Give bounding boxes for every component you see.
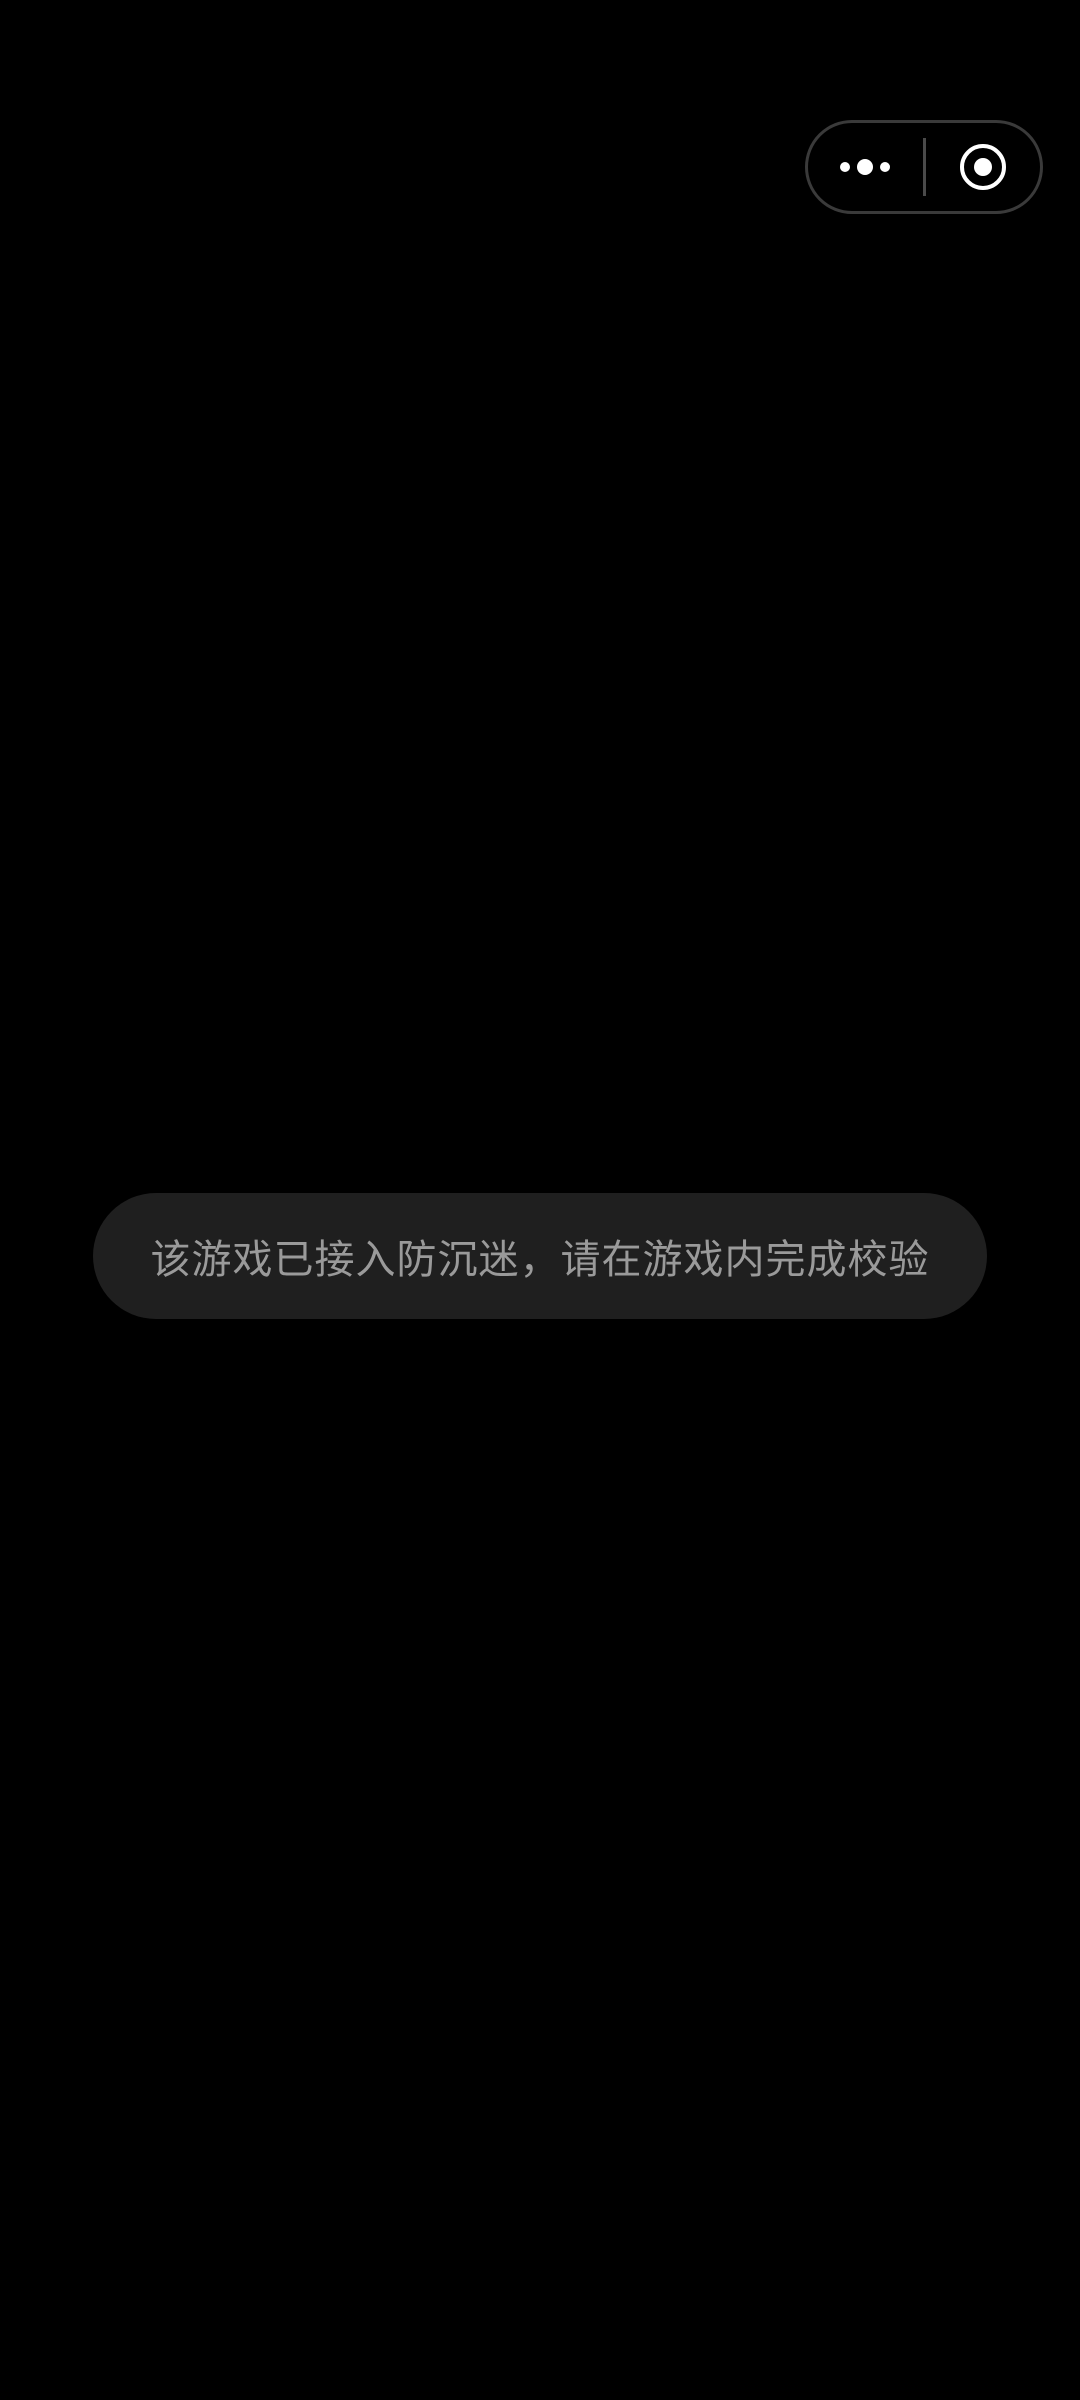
game-screen: 该游戏已接入防沉迷，请在游戏内完成校验	[0, 0, 1080, 2400]
dot	[840, 162, 851, 172]
close-ring-icon	[959, 144, 1006, 190]
close-button[interactable]	[926, 123, 1041, 211]
miniprogram-capsule	[805, 120, 1043, 214]
more-menu-button[interactable]	[808, 123, 923, 211]
toast-message: 该游戏已接入防沉迷，请在游戏内完成校验	[150, 1237, 930, 1283]
dot	[880, 162, 891, 172]
more-dots-icon	[840, 159, 891, 175]
dot	[857, 159, 874, 175]
anti-addiction-toast: 该游戏已接入防沉迷，请在游戏内完成校验	[93, 1193, 987, 1319]
close-ring-center	[973, 158, 992, 176]
